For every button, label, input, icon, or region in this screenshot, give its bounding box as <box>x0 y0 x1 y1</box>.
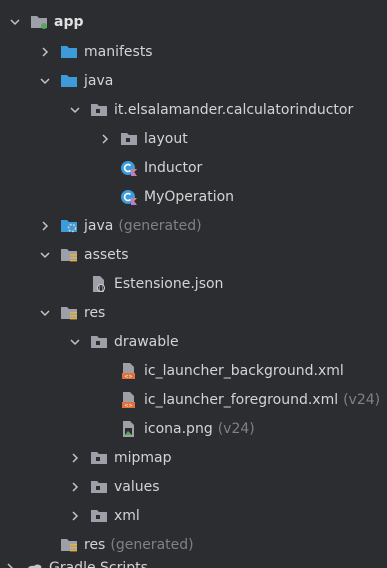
tree-node-app[interactable]: app <box>0 8 387 36</box>
package-icon <box>89 333 109 351</box>
chevron-right-icon[interactable] <box>97 131 113 147</box>
tree-suffix: (v24) <box>343 392 381 408</box>
tree-node-icona[interactable]: icona.png (v24) <box>0 415 387 443</box>
tree-label: values <box>114 479 160 495</box>
kotlin-class-icon <box>119 188 139 206</box>
tree-label: mipmap <box>114 450 172 466</box>
tree-label: assets <box>84 247 129 263</box>
xml-file-icon: <> <box>119 391 139 409</box>
tree-label: res <box>84 305 106 321</box>
tree-node-gradle-scripts[interactable]: Gradle Scripts <box>0 554 387 568</box>
package-icon <box>89 101 109 119</box>
tree-node-res[interactable]: res <box>0 299 387 327</box>
tree-node-inductor[interactable]: Inductor <box>0 154 387 182</box>
package-icon <box>89 449 109 467</box>
tree-node-ic-launcher-foreground[interactable]: <> ic_launcher_foreground.xml (v24) <box>0 386 387 414</box>
tree-label: ic_launcher_background.xml <box>144 363 344 379</box>
tree-label: drawable <box>114 334 179 350</box>
tree-node-java[interactable]: java <box>0 67 387 95</box>
tree-label: Estensione.json <box>114 276 224 292</box>
chevron-down-icon[interactable] <box>37 305 53 321</box>
tree-node-drawable[interactable]: drawable <box>0 328 387 356</box>
package-icon <box>89 507 109 525</box>
tree-node-assets[interactable]: assets <box>0 241 387 269</box>
tree-node-java-generated[interactable]: java (generated) <box>0 212 387 240</box>
resource-folder-icon <box>59 536 79 554</box>
tree-suffix: (generated) <box>118 218 202 234</box>
chevron-down-icon[interactable] <box>37 73 53 89</box>
chevron-right-icon[interactable] <box>2 560 18 568</box>
chevron-down-icon[interactable] <box>7 14 23 30</box>
chevron-right-icon[interactable] <box>67 508 83 524</box>
tree-node-xml[interactable]: xml <box>0 502 387 530</box>
package-icon <box>119 130 139 148</box>
resource-folder-icon <box>59 304 79 322</box>
resource-folder-icon <box>59 246 79 264</box>
gradle-icon <box>24 559 44 568</box>
tree-node-package[interactable]: it.elsalamander.calculatorinductor <box>0 96 387 124</box>
tree-label: xml <box>114 508 140 524</box>
tree-label: Gradle Scripts <box>49 560 148 568</box>
json-file-icon: {} <box>89 275 109 293</box>
tree-label: MyOperation <box>144 189 235 205</box>
chevron-down-icon[interactable] <box>67 334 83 350</box>
chevron-right-icon[interactable] <box>37 44 53 60</box>
chevron-down-icon[interactable] <box>37 247 53 263</box>
project-tree: app manifests java it.elsalamander.calcu… <box>0 0 387 568</box>
tree-suffix: (generated) <box>110 537 194 553</box>
package-icon <box>89 478 109 496</box>
svg-text:<>: <> <box>124 374 132 380</box>
tree-node-layout[interactable]: layout <box>0 125 387 153</box>
tree-node-manifests[interactable]: manifests <box>0 38 387 66</box>
tree-label: java <box>84 73 114 89</box>
folder-icon <box>59 43 79 61</box>
chevron-right-icon[interactable] <box>37 218 53 234</box>
kotlin-class-icon <box>119 159 139 177</box>
image-file-icon <box>119 420 139 438</box>
source-folder-icon <box>59 72 79 90</box>
tree-node-myoperation[interactable]: MyOperation <box>0 183 387 211</box>
xml-file-icon: <> <box>119 362 139 380</box>
tree-label: res <box>84 537 106 553</box>
svg-text:{}: {} <box>98 286 104 292</box>
tree-node-ic-launcher-background[interactable]: <> ic_launcher_background.xml <box>0 357 387 385</box>
tree-label: Inductor <box>144 160 203 176</box>
chevron-down-icon[interactable] <box>67 102 83 118</box>
chevron-right-icon[interactable] <box>67 479 83 495</box>
module-folder-icon <box>29 13 49 31</box>
tree-label: layout <box>144 131 188 147</box>
tree-node-values[interactable]: values <box>0 473 387 501</box>
tree-label: app <box>54 14 84 30</box>
generated-folder-icon <box>59 217 79 235</box>
tree-label: it.elsalamander.calculatorinductor <box>114 102 354 118</box>
tree-label: java <box>84 218 114 234</box>
tree-suffix: (v24) <box>217 421 255 437</box>
tree-node-estensione[interactable]: {} Estensione.json <box>0 270 387 298</box>
tree-label: ic_launcher_foreground.xml <box>144 392 339 408</box>
tree-node-mipmap[interactable]: mipmap <box>0 444 387 472</box>
tree-label: manifests <box>84 44 153 60</box>
chevron-right-icon[interactable] <box>67 450 83 466</box>
svg-text:<>: <> <box>124 403 132 409</box>
tree-label: icona.png <box>144 421 213 437</box>
